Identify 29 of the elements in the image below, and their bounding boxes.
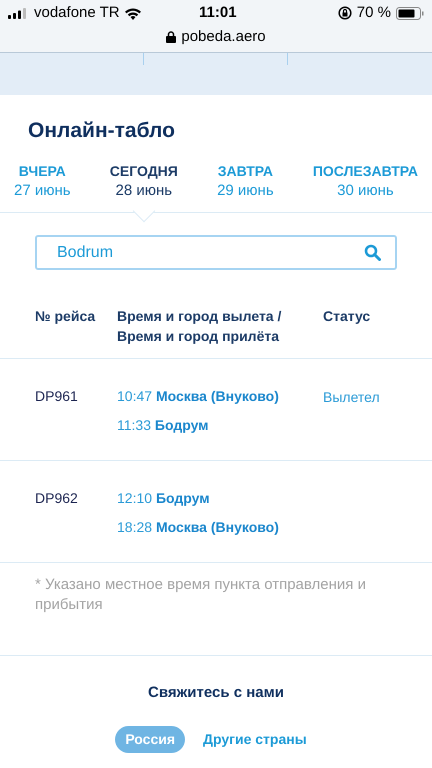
column-header: № рейса (35, 307, 96, 326)
flight-leg: 18:28 Москва (Внуково) (117, 518, 280, 537)
page-title: Онлайн-табло (27, 118, 176, 144)
flight-leg: 12:10 Бодрум (117, 489, 211, 508)
date-tab[interactable]: ЗАВТРА 29 июнь (217, 157, 274, 201)
flight-leg: 10:47 Москва (Внуково) (117, 387, 280, 406)
search-field[interactable]: Bodrum (35, 235, 397, 270)
region-tab[interactable]: Россия (115, 726, 186, 753)
column-header: Время и город вылета / Время и город прилёта (117, 307, 282, 346)
footnote-text: * Указано местное время пункта отправления и прибытия (35, 575, 367, 615)
date-tab[interactable]: ВЧЕРА 27 июнь (14, 157, 71, 201)
date-tab[interactable]: ПОСЛЕЗАВТРА 30 июнь (312, 157, 418, 201)
flight-status: Вылетел (323, 389, 380, 405)
lock-icon (166, 31, 176, 44)
flight-number: DP962 (35, 489, 79, 508)
carrier-name: vodafone TR (34, 2, 120, 23)
column-header: Статус (323, 307, 372, 326)
battery-percent: 70 % (356, 2, 391, 23)
url-text: pobeda.aero (181, 27, 266, 47)
contact-heading: Свяжитесь с нами (147, 683, 285, 703)
date-tab[interactable]: СЕГОДНЯ 28 июнь (110, 157, 178, 201)
battery-icon (396, 6, 424, 20)
flight-number: DP961 (35, 387, 79, 406)
flight-leg: 11:33 Бодрум (117, 416, 210, 435)
rotation-lock-icon (338, 6, 352, 20)
region-tab[interactable]: Другие страны (193, 726, 317, 753)
clock-time: 11:01 (199, 2, 237, 23)
wifi-icon (124, 6, 142, 20)
search-icon[interactable] (364, 244, 381, 261)
